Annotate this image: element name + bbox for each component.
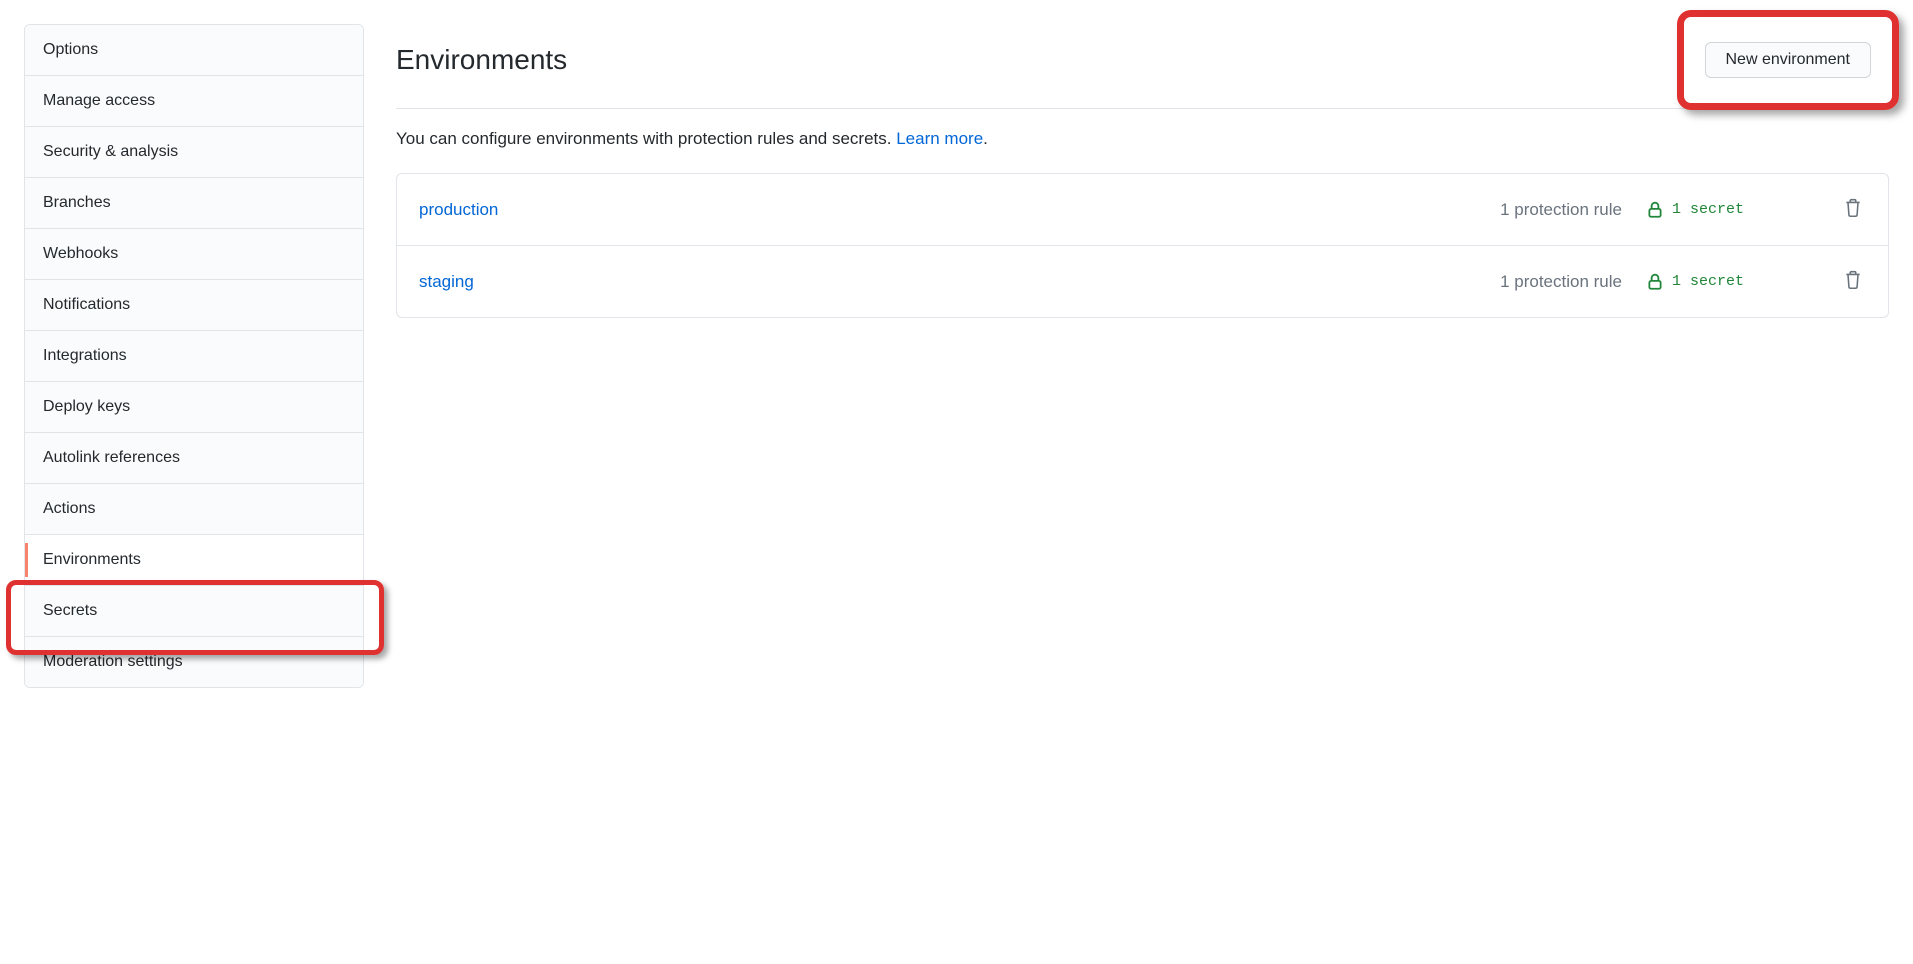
trash-icon (1844, 270, 1862, 290)
environment-row: staging 1 protection rule 1 secret (397, 246, 1888, 317)
secret-badge: 1 secret (1646, 273, 1824, 291)
protection-rule-label: 1 protection rule (1500, 200, 1630, 220)
description-suffix: . (983, 129, 988, 148)
description-text: You can configure environments with prot… (396, 129, 896, 148)
sidebar-item-label: Manage access (43, 92, 155, 109)
lock-icon (1646, 273, 1664, 291)
sidebar-item-branches[interactable]: Branches (25, 178, 363, 229)
environment-name-link[interactable]: production (419, 200, 1484, 220)
sidebar-item-manage-access[interactable]: Manage access (25, 76, 363, 127)
sidebar-item-label: Branches (43, 194, 111, 211)
settings-sidebar: Options Manage access Security & analysi… (24, 24, 364, 688)
new-environment-button[interactable]: New environment (1705, 42, 1872, 78)
page-title: Environments (396, 44, 567, 76)
learn-more-link[interactable]: Learn more (896, 129, 983, 148)
protection-rule-label: 1 protection rule (1500, 272, 1630, 292)
sidebar-item-options[interactable]: Options (25, 25, 363, 76)
sidebar-item-moderation-settings[interactable]: Moderation settings (25, 637, 363, 687)
secret-badge: 1 secret (1646, 201, 1824, 219)
environments-list: production 1 protection rule 1 secret (396, 173, 1889, 318)
sidebar-item-security-analysis[interactable]: Security & analysis (25, 127, 363, 178)
sidebar-item-notifications[interactable]: Notifications (25, 280, 363, 331)
sidebar-item-deploy-keys[interactable]: Deploy keys (25, 382, 363, 433)
delete-environment-button[interactable] (1840, 266, 1866, 297)
sidebar-item-label: Secrets (43, 602, 97, 619)
environment-name-link[interactable]: staging (419, 272, 1484, 292)
sidebar-item-secrets[interactable]: Secrets (25, 586, 363, 637)
sidebar-item-label: Autolink references (43, 449, 180, 466)
page-description: You can configure environments with prot… (396, 129, 1889, 149)
sidebar-item-actions[interactable]: Actions (25, 484, 363, 535)
sidebar-item-label: Environments (43, 551, 141, 568)
delete-environment-button[interactable] (1840, 194, 1866, 225)
sidebar-item-label: Moderation settings (43, 653, 183, 670)
sidebar-item-label: Webhooks (43, 245, 118, 262)
main-content: Environments New environment You can con… (396, 24, 1889, 688)
page-header: Environments New environment (396, 24, 1889, 109)
sidebar-item-label: Actions (43, 500, 95, 517)
sidebar-item-autolink-references[interactable]: Autolink references (25, 433, 363, 484)
sidebar-item-integrations[interactable]: Integrations (25, 331, 363, 382)
environment-row: production 1 protection rule 1 secret (397, 174, 1888, 246)
sidebar-item-environments[interactable]: Environments (25, 535, 363, 586)
trash-icon (1844, 198, 1862, 218)
sidebar-item-webhooks[interactable]: Webhooks (25, 229, 363, 280)
lock-icon (1646, 201, 1664, 219)
sidebar-item-label: Notifications (43, 296, 130, 313)
sidebar-item-label: Integrations (43, 347, 127, 364)
secret-count-label: 1 secret (1672, 273, 1744, 290)
sidebar-item-label: Options (43, 41, 98, 58)
sidebar-item-label: Deploy keys (43, 398, 130, 415)
sidebar-item-label: Security & analysis (43, 143, 178, 160)
secret-count-label: 1 secret (1672, 201, 1744, 218)
